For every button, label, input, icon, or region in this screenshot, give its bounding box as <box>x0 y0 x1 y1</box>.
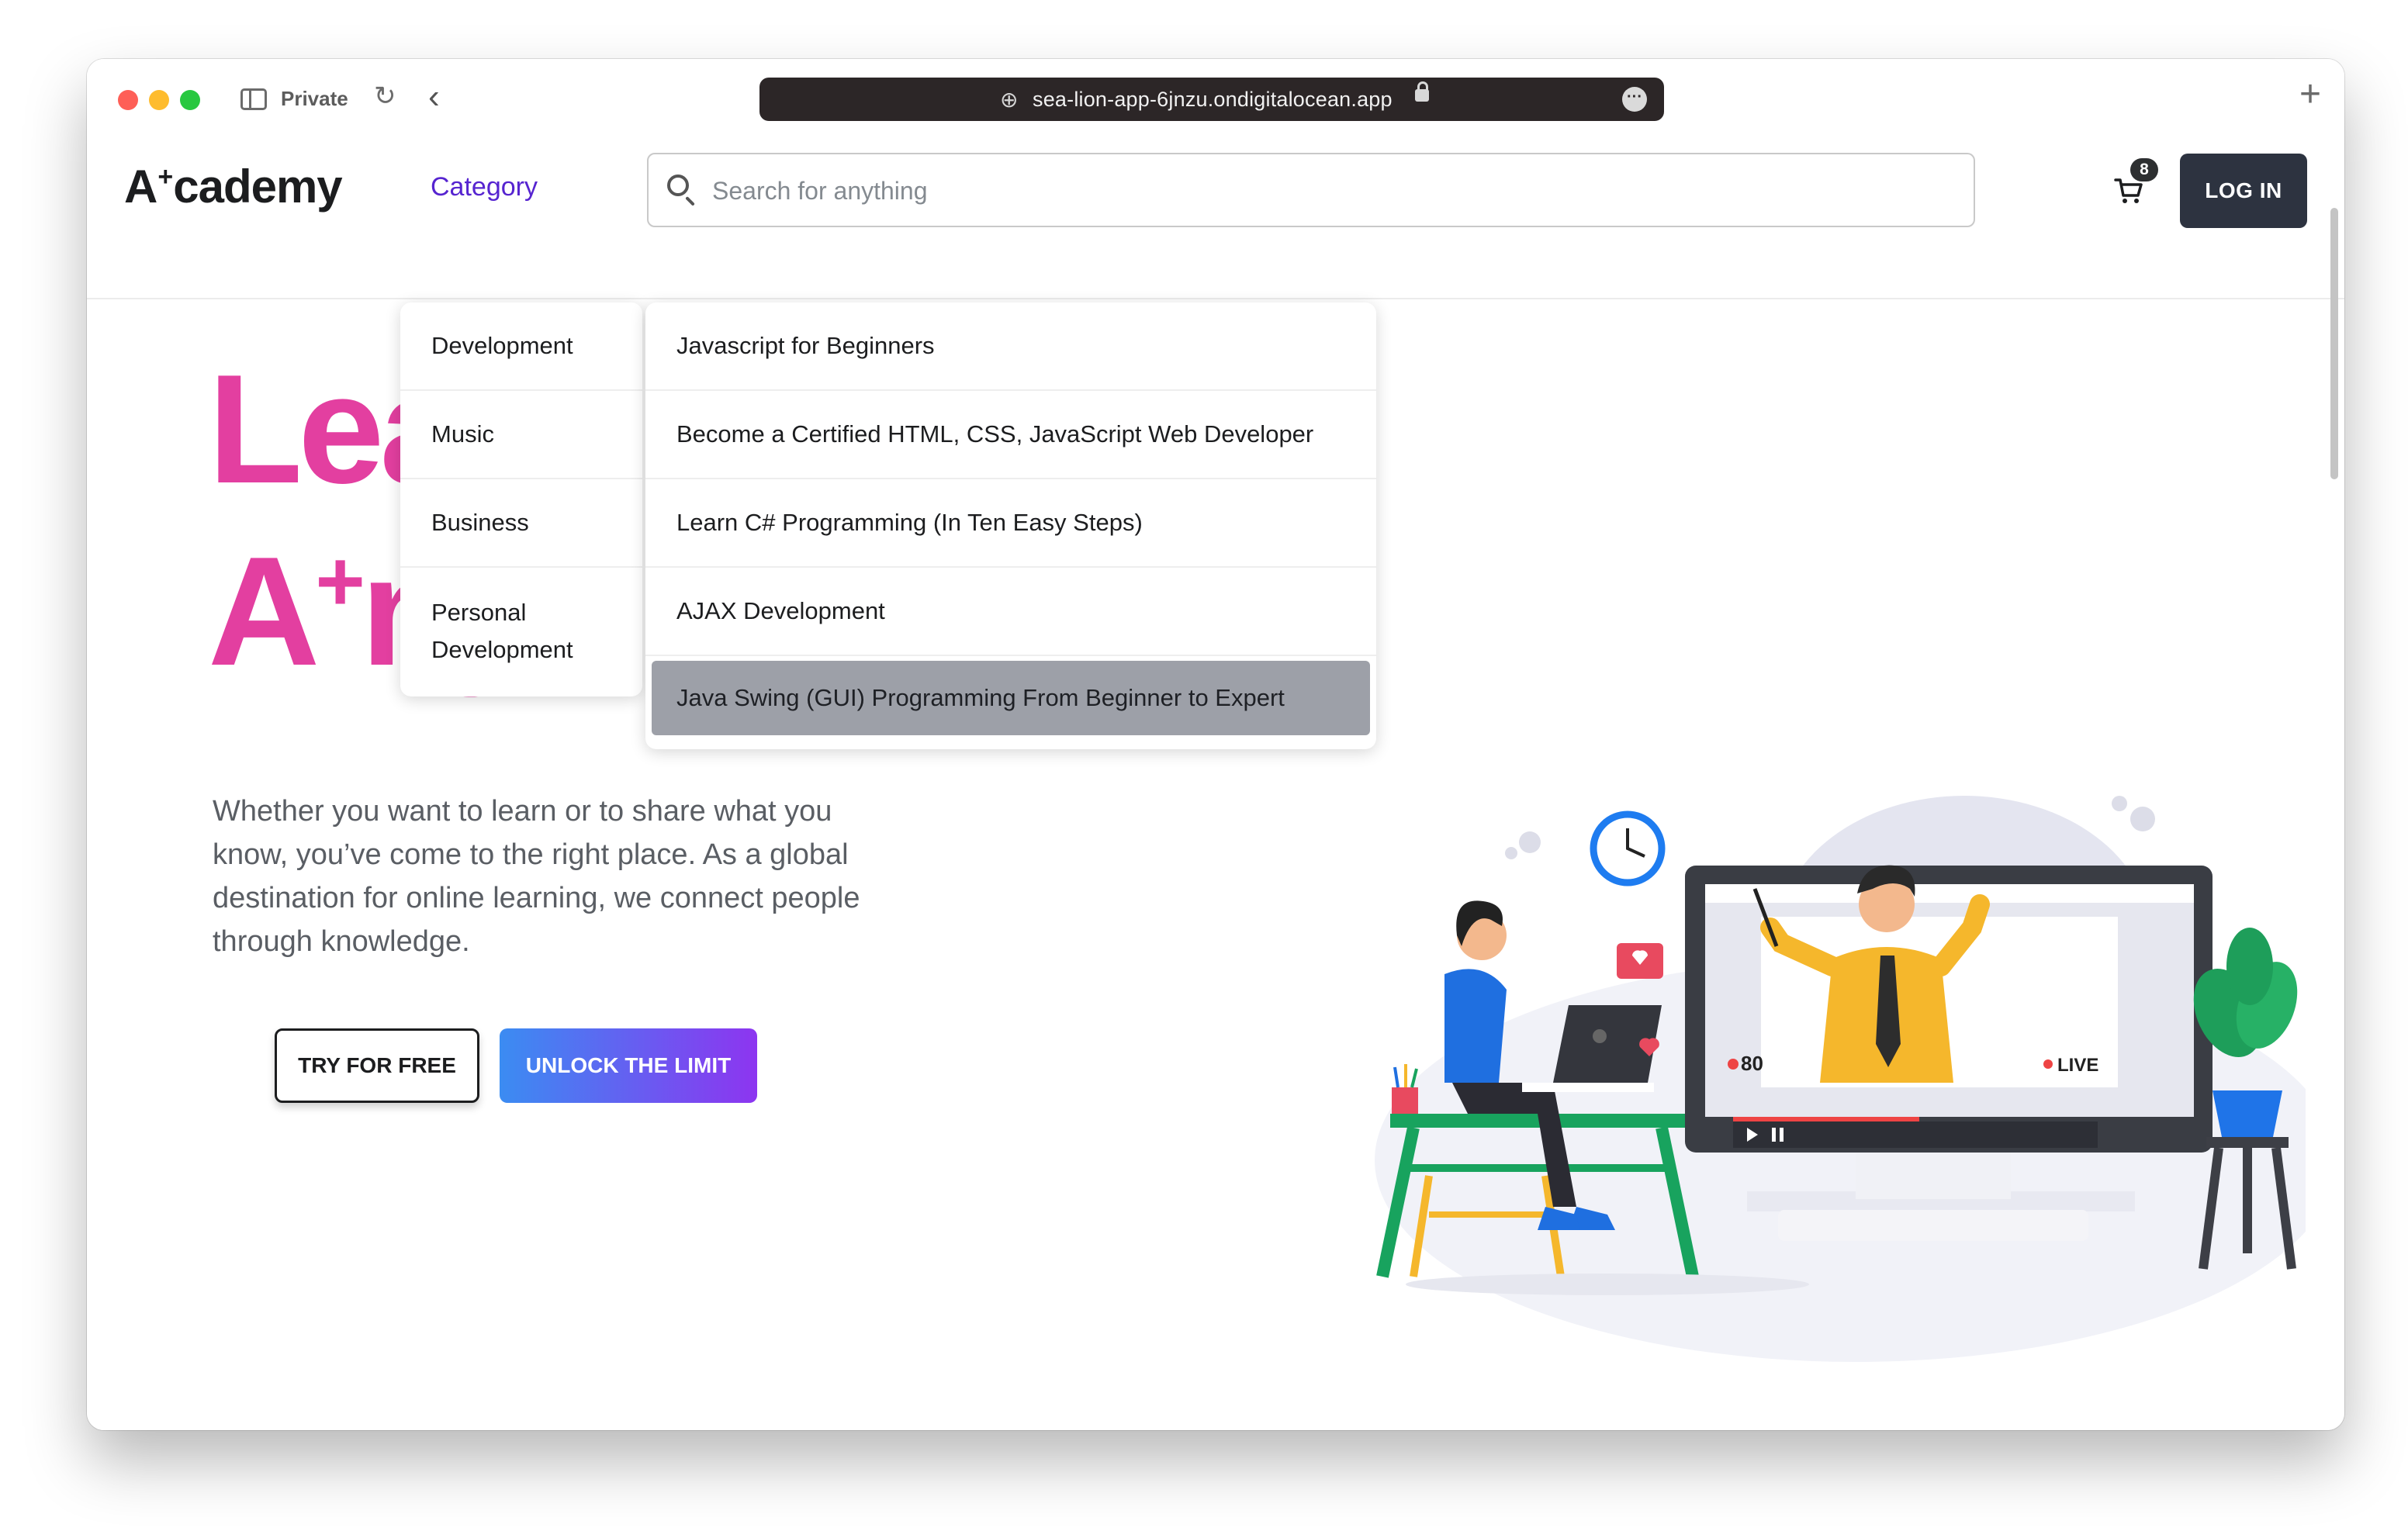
page-content: A+cademy Category 8 LOG IN Lea A+ny Whet… <box>87 137 2344 1430</box>
url-text: sea-lion-app-6jnzu.ondigitalocean.app <box>1033 88 1393 111</box>
category-item-business[interactable]: Business <box>400 479 642 568</box>
course-item[interactable]: Javascript for Beginners <box>645 302 1376 391</box>
browser-window: Private ↻ ‹ ⊕ sea-lion-app-6jnzu.ondigit… <box>87 59 2344 1430</box>
login-button[interactable]: LOG IN <box>2180 154 2307 228</box>
minimize-window-button[interactable] <box>149 90 169 110</box>
private-label: Private <box>281 87 348 110</box>
address-bar[interactable]: ⊕ sea-lion-app-6jnzu.ondigitalocean.app … <box>759 78 1664 121</box>
hero-description: Whether you want to learn or to share wh… <box>213 795 860 958</box>
category-dropdown: Development Music Business Personal Deve… <box>400 302 642 696</box>
cart-count-badge: 8 <box>2130 158 2158 181</box>
category-menu-trigger[interactable]: Category <box>431 172 538 202</box>
live-label: LIVE <box>2057 1055 2098 1076</box>
search-bar[interactable] <box>647 153 1975 227</box>
page-scrollbar[interactable] <box>2330 208 2338 479</box>
more-options-icon[interactable]: ··· <box>1622 87 1647 112</box>
course-item-highlighted[interactable]: Java Swing (GUI) Programming From Beginn… <box>652 661 1370 735</box>
category-item-development[interactable]: Development <box>400 302 642 391</box>
course-item[interactable]: AJAX Development <box>645 568 1376 656</box>
sidebar-toggle-icon[interactable] <box>240 88 267 110</box>
category-item-personal-development[interactable]: Personal Development <box>400 568 642 695</box>
reload-icon[interactable]: ↻ <box>374 81 396 112</box>
maximize-window-button[interactable] <box>180 90 200 110</box>
browser-toolbar: Private ↻ ‹ ⊕ sea-lion-app-6jnzu.ondigit… <box>87 59 2344 137</box>
course-item[interactable]: Become a Certified HTML, CSS, JavaScript… <box>645 391 1376 479</box>
viewers-count: 80 <box>1741 1052 1763 1075</box>
search-input[interactable] <box>711 170 1939 212</box>
course-submenu: Javascript for Beginners Become a Certif… <box>645 302 1376 749</box>
globe-icon: ⊕ <box>1000 88 1019 112</box>
site-logo[interactable]: A+cademy <box>124 160 343 213</box>
hero-illustration: 80 LIVE <box>1375 796 2306 1362</box>
close-window-button[interactable] <box>118 90 138 110</box>
back-arrow-icon[interactable]: ‹ <box>428 78 440 116</box>
new-tab-icon[interactable]: + <box>2299 73 2321 116</box>
course-item[interactable]: Learn C# Programming (In Ten Easy Steps) <box>645 479 1376 568</box>
site-navbar: A+cademy Category 8 LOG IN <box>87 137 2344 299</box>
unlock-the-limit-button[interactable]: UNLOCK THE LIMIT <box>500 1028 757 1103</box>
try-for-free-button[interactable]: TRY FOR FREE <box>275 1028 479 1103</box>
search-icon <box>667 175 689 196</box>
category-item-music[interactable]: Music <box>400 391 642 479</box>
lock-icon <box>1415 81 1429 102</box>
